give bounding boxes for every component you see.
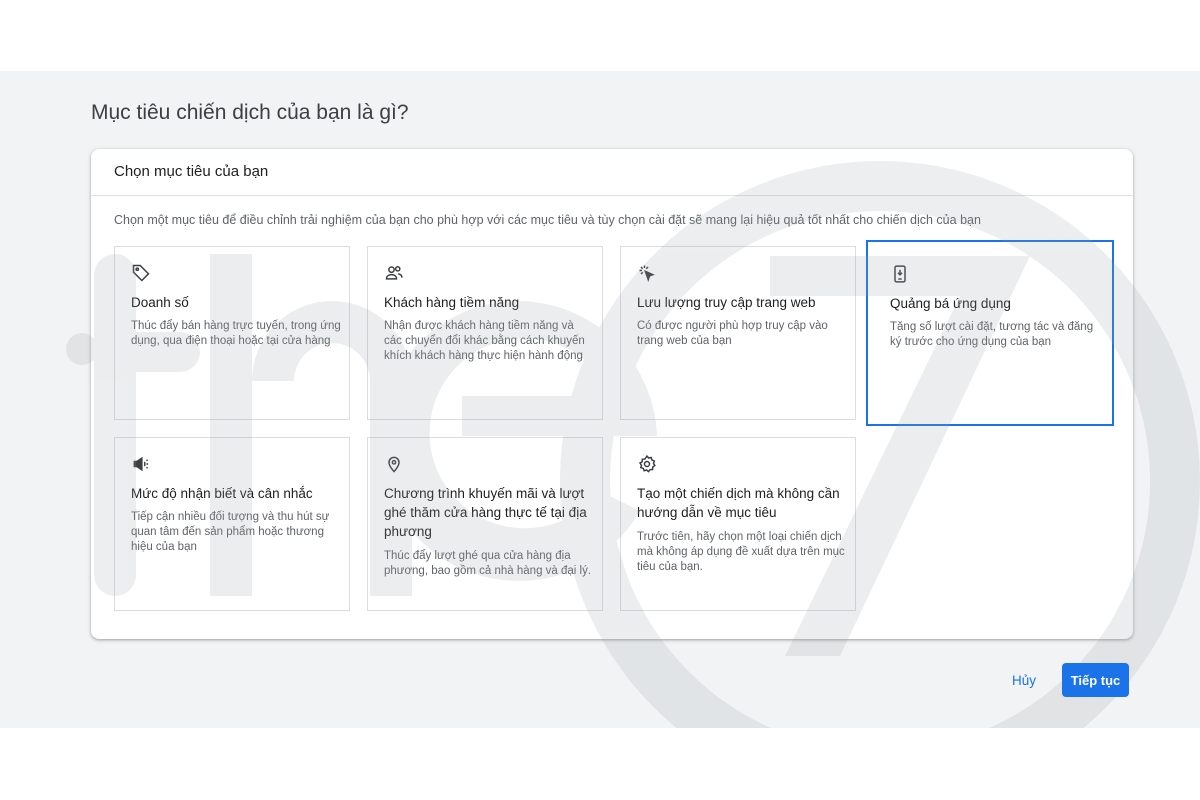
goal-description: Nhận được khách hàng tiềm năng và các ch… bbox=[384, 320, 585, 362]
goal-card: Chọn mục tiêu của bạn Chọn một mục tiêu … bbox=[91, 149, 1133, 639]
tag-icon bbox=[131, 263, 151, 283]
goal-tile-website-traffic[interactable]: Lưu lượng truy cập trang web Có được ngư… bbox=[620, 246, 856, 420]
page-title: Mục tiêu chiến dịch của bạn là gì? bbox=[91, 101, 409, 124]
gear-icon bbox=[637, 454, 657, 474]
goal-description: Tiếp cận nhiều đối tượng và thu hút sự q… bbox=[131, 511, 330, 553]
goal-tile-app-promotion[interactable]: Quảng bá ứng dụng Tăng số lượt cài đặt, … bbox=[866, 240, 1114, 426]
card-header: Chọn mục tiêu của bạn bbox=[91, 149, 1133, 196]
people-icon bbox=[384, 263, 404, 283]
card-header-title: Chọn mục tiêu của bạn bbox=[114, 163, 269, 180]
card-description: Chọn một mục tiêu để điều chỉnh trải ngh… bbox=[114, 213, 981, 227]
goal-title: Khách hàng tiềm năng bbox=[384, 295, 520, 310]
goal-tile-leads[interactable]: Khách hàng tiềm năng Nhận được khách hàn… bbox=[367, 246, 603, 420]
goal-tile-awareness[interactable]: Mức độ nhận biết và cân nhắc Tiếp cận nh… bbox=[114, 437, 350, 611]
goal-title: Tạo một chiến dịch mà không cần hướng dẫ… bbox=[637, 486, 840, 520]
goal-title: Mức độ nhận biết và cân nhắc bbox=[131, 486, 313, 501]
cancel-button[interactable]: Hủy bbox=[1002, 664, 1046, 696]
goal-tile-sales[interactable]: Doanh số Thúc đẩy bán hàng trực tuyến, t… bbox=[114, 246, 350, 420]
phone-download-icon bbox=[890, 264, 910, 284]
continue-button[interactable]: Tiếp tục bbox=[1062, 663, 1129, 697]
goal-title: Lưu lượng truy cập trang web bbox=[637, 295, 816, 310]
goal-tile-no-guidance[interactable]: Tạo một chiến dịch mà không cần hướng dẫ… bbox=[620, 437, 856, 611]
cursor-click-icon bbox=[637, 263, 657, 283]
goal-description: Có được người phù hợp truy cập vào trang… bbox=[637, 320, 828, 347]
location-pin-icon bbox=[384, 454, 404, 474]
goal-title: Quảng bá ứng dụng bbox=[890, 296, 1011, 311]
goal-description: Thúc đẩy lượt ghé qua cửa hàng địa phươn… bbox=[384, 550, 592, 577]
goal-tile-local-store[interactable]: Chương trình khuyến mãi và lượt ghé thăm… bbox=[367, 437, 603, 611]
goal-description: Trước tiên, hãy chọn một loại chiến dịch… bbox=[637, 531, 845, 573]
goal-title: Chương trình khuyến mãi và lượt ghé thăm… bbox=[384, 486, 587, 539]
goal-description: Tăng số lượt cài đặt, tương tác và đăng … bbox=[890, 321, 1094, 348]
goal-description: Thúc đẩy bán hàng trực tuyến, trong ứng … bbox=[131, 320, 341, 347]
goal-title: Doanh số bbox=[131, 295, 189, 310]
megaphone-icon bbox=[131, 454, 151, 474]
